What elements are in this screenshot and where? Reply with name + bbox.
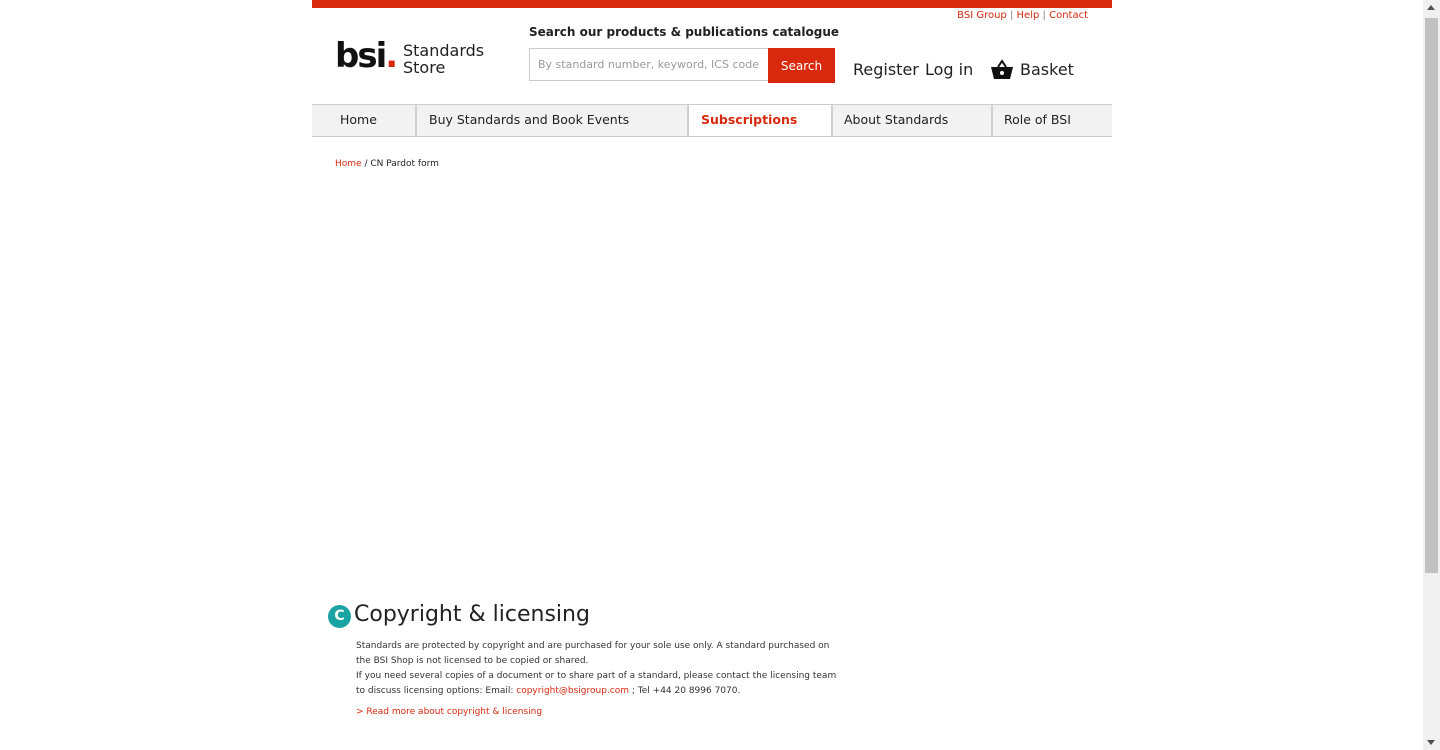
scroll-up-icon[interactable] [1427,5,1435,10]
separator: | [1042,10,1046,21]
search-label: Search our products & publications catal… [529,25,840,39]
scroll-thumb[interactable] [1425,18,1438,573]
logo-store-text: Standards Store [403,42,493,76]
login-link[interactable]: Log in [925,60,973,79]
breadcrumb-current: CN Pardot form [370,159,439,169]
logo-store-line2: Store [403,58,446,77]
nav-subscriptions[interactable]: Subscriptions [688,105,833,136]
contact-link[interactable]: Contact [1049,10,1088,21]
read-more-copyright-link[interactable]: > Read more about copyright & licensing [356,707,542,717]
copyright-tel: ; Tel +44 20 8996 7070. [629,686,741,696]
nav-about-standards[interactable]: About Standards [832,105,993,136]
copyright-body: Standards are protected by copyright and… [356,639,846,699]
logo-dot: . [385,36,398,76]
logo-store-line1: Standards [403,41,485,60]
top-accent-bar [312,0,1112,8]
copyright-email-link[interactable]: copyright@bsigroup.com [516,686,629,696]
logo-bsi: bsi [335,36,387,76]
scroll-down-icon[interactable] [1427,740,1435,745]
copyright-line: Standards are protected by copyright and… [356,641,830,651]
separator: | [1009,10,1014,21]
basket-link[interactable]: Basket [1020,60,1074,79]
page: BSI Group | Help | Contact bsi. Standard… [312,0,1112,750]
main-nav: Home Buy Standards and Book Events Subsc… [312,104,1112,137]
nav-role-of-bsi[interactable]: Role of BSI [992,105,1112,136]
basket-icon[interactable] [990,58,1014,80]
breadcrumb-home[interactable]: Home [335,159,362,169]
copyright-title: Copyright & licensing [354,602,590,627]
register-link[interactable]: Register [853,60,919,79]
copyright-email-prefix: to discuss licensing options: Email: [356,686,517,696]
logo-wordmark: bsi. [335,36,398,76]
copyright-line: the BSI Shop is not licensed to be copie… [356,656,589,666]
copyright-line: If you need several copies of a document… [356,671,837,681]
search-button[interactable]: Search [768,48,835,83]
breadcrumb: Home / CN Pardot form [335,159,439,169]
vertical-scrollbar[interactable] [1423,0,1440,750]
copyright-line: to discuss licensing options: Email: cop… [356,684,846,699]
nav-home[interactable]: Home [312,105,417,136]
help-link[interactable]: Help [1017,10,1040,21]
nav-buy-standards[interactable]: Buy Standards and Book Events [416,105,689,136]
copyright-icon: C [328,605,351,628]
utility-links: BSI Group | Help | Contact [957,10,1088,21]
bsi-group-link[interactable]: BSI Group [957,10,1007,21]
search-input[interactable] [529,48,768,81]
